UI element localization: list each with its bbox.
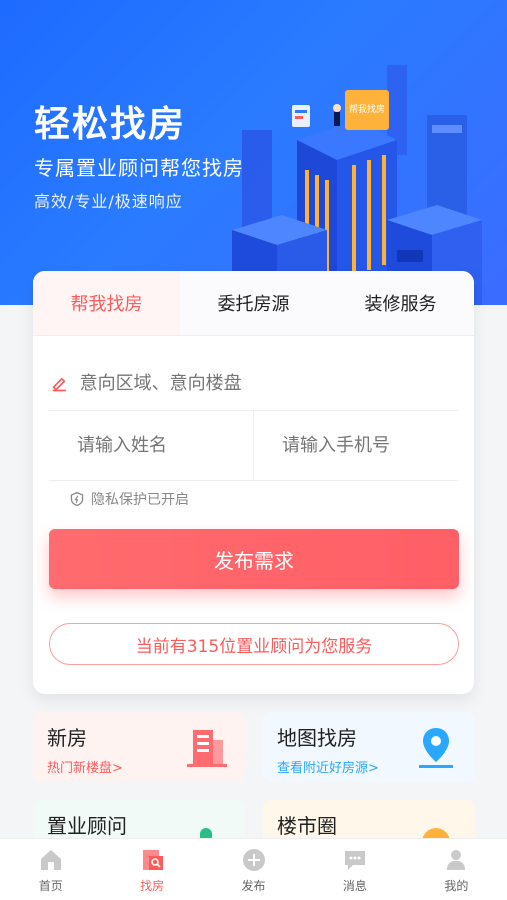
city-illustration: 帮我找房 <box>232 65 482 305</box>
hero-subtitle: 专属置业顾问帮您找房 <box>34 156 244 180</box>
building-icon <box>187 730 227 767</box>
contact-fields-row <box>49 411 458 481</box>
nav-home[interactable]: 首页 <box>0 839 101 900</box>
plus-icon <box>242 848 265 871</box>
nav-publish-label: 发布 <box>241 878 266 893</box>
nav-publish[interactable]: 发布 <box>203 839 304 900</box>
privacy-text: 隐私保护已开启 <box>91 492 189 508</box>
tabs-divider <box>33 335 474 336</box>
name-field-col <box>49 411 253 480</box>
tile-new-house[interactable]: 新房 热门新楼盘> <box>33 712 245 782</box>
area-field-row <box>49 356 458 411</box>
nav-messages-label: 消息 <box>342 878 367 893</box>
tab-renovation-service[interactable]: 装修服务 <box>327 271 474 335</box>
tile-map-search[interactable]: 地图找房 查看附近好房源> <box>263 712 475 782</box>
nav-profile-label: 我的 <box>444 878 469 893</box>
home-icon <box>40 849 61 870</box>
nav-find-house-label: 找房 <box>140 878 165 893</box>
service-tabs: 帮我找房 委托房源 装修服务 <box>33 271 474 335</box>
phone-field-col <box>253 411 458 480</box>
hero-sign-text: 帮我找房 <box>349 103 385 115</box>
pencil-icon <box>52 377 66 392</box>
message-icon <box>344 850 365 870</box>
nav-home-label: 首页 <box>38 878 63 893</box>
advisor-count-button[interactable]: 当前有315位置业顾问为您服务 <box>49 623 459 665</box>
tab-help-find-house[interactable]: 帮我找房 <box>33 271 180 335</box>
area-input[interactable] <box>79 372 458 394</box>
tab-entrust-listing[interactable]: 委托房源 <box>180 271 327 335</box>
hero-title: 轻松找房 <box>34 104 187 145</box>
find-house-card: 帮我找房 委托房源 装修服务 隐私保护已开启 发布需求 当前有315位置业顾问为… <box>33 271 474 694</box>
bottom-navigation: 首页 找房 发布 消息 我的 <box>0 838 507 900</box>
phone-input[interactable] <box>282 435 458 456</box>
hero-banner: 轻松找房 专属置业顾问帮您找房 高效/专业/极速响应 帮我找房 <box>0 0 507 305</box>
privacy-notice: 隐私保护已开启 <box>69 489 474 509</box>
map-pin-icon <box>419 728 453 768</box>
user-icon <box>447 849 466 870</box>
find-house-icon <box>143 849 164 870</box>
nav-find-house[interactable]: 找房 <box>101 839 202 900</box>
hero-tags: 高效/专业/极速响应 <box>34 192 183 211</box>
shield-icon <box>70 491 84 507</box>
name-input[interactable] <box>77 435 253 456</box>
nav-profile[interactable]: 我的 <box>406 839 507 900</box>
nav-messages[interactable]: 消息 <box>304 839 405 900</box>
submit-request-button[interactable]: 发布需求 <box>49 529 459 589</box>
